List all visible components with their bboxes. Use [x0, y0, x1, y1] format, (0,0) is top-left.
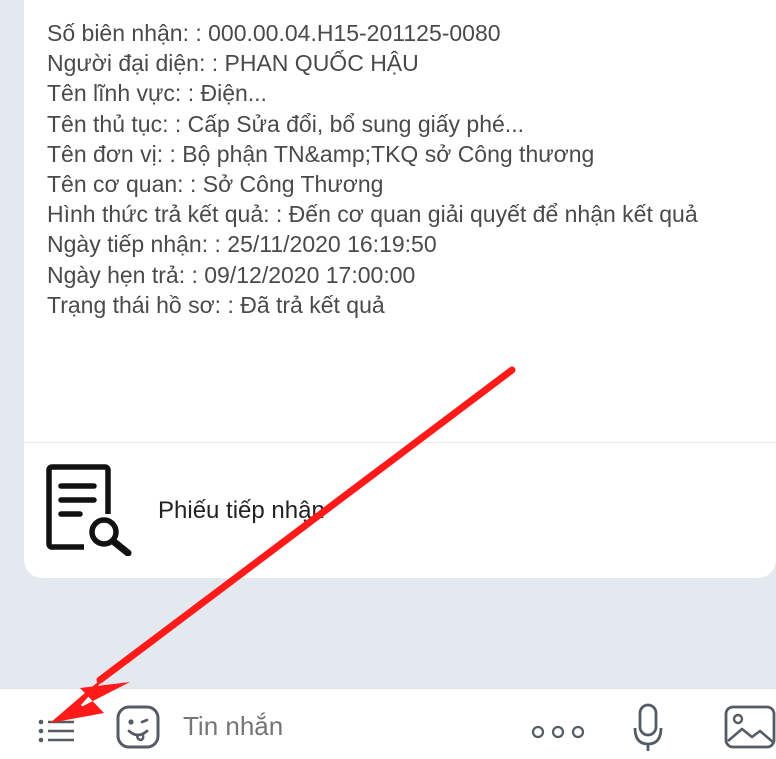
- sticker-face-icon[interactable]: [115, 704, 161, 750]
- field-representative: Người đại diện: : PHAN QUỐC HẬU: [47, 50, 419, 77]
- receipt-link[interactable]: Phiếu tiếp nhận: [24, 443, 776, 578]
- field-domain: Tên lĩnh vực: : Điện...: [47, 80, 267, 107]
- field-due-date: Ngày hẹn trả: : 09/12/2020 17:00:00: [47, 261, 416, 288]
- field-status: Trạng thái hồ sơ: : Đã trả kết quả: [47, 291, 385, 318]
- message-input[interactable]: [183, 709, 483, 743]
- field-result-method: Hình thức trả kết quả: : Đến cơ quan giả…: [47, 201, 698, 228]
- more-dots-icon[interactable]: [530, 725, 586, 739]
- message-card: Số biên nhận: : 000.00.04.H15-201125-008…: [24, 0, 776, 578]
- field-agency: Tên cơ quan: : Sở Công Thương: [47, 171, 384, 198]
- microphone-icon[interactable]: [632, 703, 664, 753]
- record-details: Số biên nhận: : 000.00.04.H15-201125-008…: [47, 18, 747, 320]
- image-icon[interactable]: [724, 705, 776, 749]
- document-search-icon: [46, 464, 132, 556]
- list-menu-icon[interactable]: [38, 719, 76, 743]
- receipt-label: Phiếu tiếp nhận: [158, 497, 325, 524]
- chat-input-bar: [0, 688, 776, 759]
- field-received-date: Ngày tiếp nhận: : 25/11/2020 16:19:50: [47, 231, 437, 258]
- field-unit: Tên đơn vị: : Bộ phận TN&amp;TKQ sở Công…: [47, 140, 595, 167]
- field-receipt-number: Số biên nhận: : 000.00.04.H15-201125-008…: [47, 20, 501, 46]
- field-procedure: Tên thủ tục: : Cấp Sửa đổi, bổ sung giấy…: [47, 110, 524, 137]
